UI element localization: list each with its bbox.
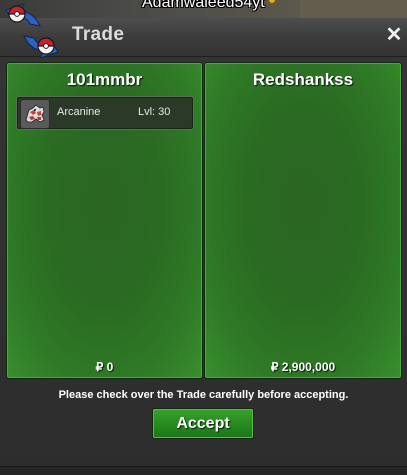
player-nameplate: Adamwaleed54yt xyxy=(142,0,277,12)
partner-offer-panel: Redshankss ₽ 2,900,000 xyxy=(204,62,402,379)
accept-button[interactable]: Accept xyxy=(152,408,254,439)
left-money-amount: ₽ 0 xyxy=(95,360,114,374)
close-icon: ✕ xyxy=(385,24,403,46)
left-trader-name: 101mmbr xyxy=(66,70,143,89)
player-name: Adamwaleed54yt xyxy=(142,0,265,11)
window-bottom-edge xyxy=(0,466,407,475)
player-badge-icon xyxy=(266,0,277,6)
my-offer-panel: 101mmbr Arcanine Lvl: 30 ₽ 0 xyxy=(6,62,203,379)
swap-pokeballs-icon xyxy=(5,3,59,59)
arcanine-sprite-icon xyxy=(20,99,50,129)
item-level: Lvl: 30 xyxy=(138,106,171,118)
item-name: Arcanine xyxy=(57,106,101,118)
right-money-amount: ₽ 2,900,000 xyxy=(270,360,336,374)
right-trader-name: Redshankss xyxy=(252,70,354,89)
offer-item-row[interactable]: Arcanine Lvl: 30 xyxy=(16,96,194,130)
close-button[interactable]: ✕ xyxy=(385,24,403,46)
trade-notice-text: Please check over the Trade carefully be… xyxy=(58,389,349,401)
window-title: Trade xyxy=(72,24,125,45)
trade-window-root: Adamwaleed54yt Trade ✕ 101mmbr Arcanine … xyxy=(0,0,407,475)
world-tile xyxy=(300,0,407,18)
